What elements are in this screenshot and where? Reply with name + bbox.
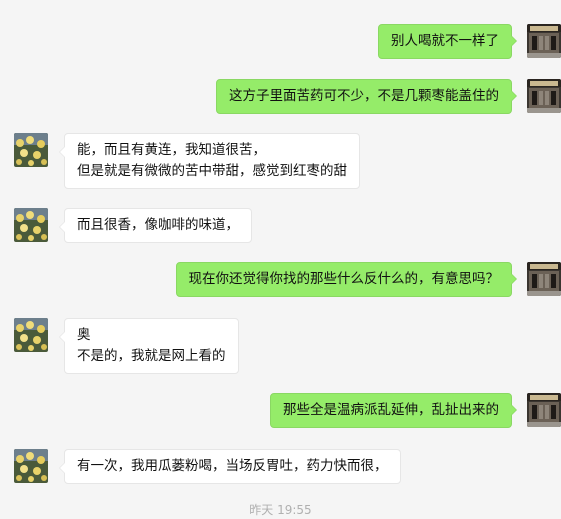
message-bubble-incoming[interactable]: 奥 不是的，我就是网上看的	[59, 318, 239, 374]
message-text: 而且很香，像咖啡的味道，	[77, 217, 239, 233]
message-text: 这方子里面苦药可不少，不是几颗枣能盖住的	[229, 88, 499, 104]
message-text: 有一次，我用瓜蒌粉喝，当场反胃吐，药力快而很，	[77, 458, 388, 474]
message-bubble-incoming[interactable]: 有一次，我用瓜蒌粉喝，当场反胃吐，药力快而很，	[59, 449, 401, 484]
message-bubble-outgoing[interactable]: 这方子里面苦药可不少，不是几颗枣能盖住的	[216, 79, 517, 114]
message-text: 别人喝就不一样了	[391, 33, 499, 49]
building-avatar-icon[interactable]	[527, 262, 561, 296]
flowers-avatar-icon[interactable]	[14, 449, 48, 483]
message-text: 但是就是有微微的苦中带甜，感觉到红枣的甜	[77, 163, 347, 179]
flowers-avatar-icon[interactable]	[14, 133, 48, 167]
message-text: 现在你还觉得你找的那些什么反什么的，有意思吗？	[188, 271, 500, 287]
flowers-avatar-icon[interactable]	[14, 318, 48, 352]
message-bubble-outgoing[interactable]: 那些全是温病派乱延伸，乱扯出来的	[270, 393, 517, 428]
message-text: 奥	[77, 327, 91, 343]
chat-panel: 别人喝就不一样了 这方子里面苦药可不少，不是几颗枣能盖住的 能，而且有黄连，我知…	[0, 0, 561, 518]
message-text: 那些全是温病派乱延伸，乱扯出来的	[283, 402, 499, 418]
building-avatar-icon[interactable]	[527, 24, 561, 58]
building-avatar-icon[interactable]	[527, 79, 561, 113]
timestamp-label: 昨天 19:55	[249, 503, 312, 517]
message-text: 能，而且有黄连，我知道很苦，	[77, 142, 266, 158]
timestamp-divider: 昨天 19:55	[0, 500, 561, 519]
message-text: 不是的，我就是网上看的	[77, 348, 226, 364]
building-avatar-icon[interactable]	[527, 393, 561, 427]
flowers-avatar-icon[interactable]	[14, 208, 48, 242]
message-bubble-outgoing[interactable]: 别人喝就不一样了	[378, 24, 517, 59]
message-bubble-incoming[interactable]: 能，而且有黄连，我知道很苦， 但是就是有微微的苦中带甜，感觉到红枣的甜	[59, 133, 360, 189]
message-bubble-outgoing[interactable]: 现在你还觉得你找的那些什么反什么的，有意思吗？	[175, 262, 517, 297]
message-bubble-incoming[interactable]: 而且很香，像咖啡的味道，	[59, 208, 252, 243]
